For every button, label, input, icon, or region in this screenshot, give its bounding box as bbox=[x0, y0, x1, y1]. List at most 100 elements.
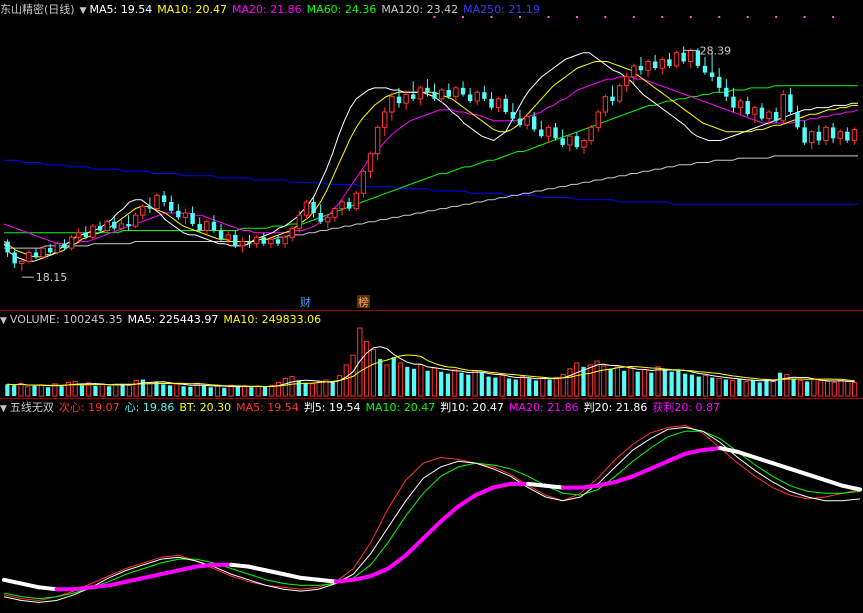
volume-bar-down bbox=[201, 385, 207, 396]
volume-bar-down bbox=[527, 378, 532, 396]
volume-bar-down bbox=[439, 371, 444, 396]
candle-body-up bbox=[673, 52, 680, 67]
indicator-line-pan20 bbox=[298, 575, 321, 582]
indicator-collapse-icon[interactable]: ▼ bbox=[0, 404, 7, 414]
candle-body-down bbox=[126, 223, 131, 227]
kline-terminal: 东山精密(日线) ▼ MA5: 19.54 MA10: 20.47 MA20: 21.8… bbox=[0, 0, 863, 613]
volume-bar-up bbox=[587, 364, 593, 397]
price-chart[interactable]: 28.39 18.15 财 榜 bbox=[0, 0, 863, 310]
candle-body-down bbox=[795, 112, 800, 128]
candle-body-up bbox=[118, 223, 125, 229]
volume-bar-up bbox=[743, 380, 749, 397]
candle-body-down bbox=[197, 223, 202, 231]
candle-body-up bbox=[239, 241, 246, 247]
volume-bar-down bbox=[750, 380, 756, 396]
volume-bar-down bbox=[5, 384, 10, 396]
candle-body-up bbox=[809, 131, 815, 144]
volume-bar-up bbox=[38, 384, 44, 397]
candle-body-up bbox=[645, 61, 651, 71]
candle-body-down bbox=[275, 239, 281, 244]
candle-body-up bbox=[823, 126, 829, 142]
panel-separator[interactable] bbox=[0, 398, 863, 399]
candle-body-up bbox=[389, 96, 395, 113]
volume-bar-up bbox=[641, 369, 648, 397]
indicator-title: 五线无双 bbox=[9, 401, 54, 414]
volume-bar-up bbox=[770, 380, 776, 397]
candle-body-down bbox=[702, 65, 708, 73]
volume-bar-down bbox=[669, 371, 674, 396]
indicator-line-pan20 bbox=[333, 577, 356, 584]
candle-body-up bbox=[524, 115, 530, 126]
low-price-label: 18.15 bbox=[36, 271, 68, 284]
candle-body-up bbox=[40, 247, 46, 258]
candle-body-up bbox=[581, 140, 587, 148]
legend-collapse-icon[interactable]: ▼ bbox=[80, 6, 87, 16]
candle-body-up bbox=[19, 260, 25, 264]
volume-bar-down bbox=[303, 383, 308, 396]
volume-bar-up bbox=[370, 348, 376, 397]
event-finance-marker: 财 bbox=[300, 295, 311, 309]
volume-bar-down bbox=[459, 372, 464, 396]
indicator-line-pan20 bbox=[543, 483, 566, 490]
candle-body-down bbox=[652, 61, 658, 69]
candle-body-up bbox=[567, 135, 573, 146]
volume-bar-down bbox=[249, 387, 254, 396]
indicator-cixin: 次心: 19.07 bbox=[58, 401, 120, 414]
indicator-line-pan20 bbox=[648, 459, 670, 471]
indicator-line-pan20 bbox=[735, 449, 758, 460]
candle-body-down bbox=[553, 127, 558, 139]
indicator-ma10: MA10: 20.47 bbox=[365, 401, 436, 414]
volume-bar-down bbox=[208, 387, 213, 396]
volume-bar-down bbox=[533, 380, 539, 396]
volume-panel-legend: ▼ VOLUME: 100245.35 MA5: 225443.97 MA10: 24… bbox=[0, 312, 863, 327]
candle-body-up bbox=[339, 201, 345, 210]
candle-body-down bbox=[517, 118, 523, 126]
volume-bar-up bbox=[418, 364, 424, 397]
volume-bar-up bbox=[316, 380, 322, 397]
candle-body-down bbox=[346, 202, 352, 209]
candle-body-up bbox=[26, 251, 32, 262]
indicator-line-pan20 bbox=[386, 553, 408, 571]
panel-separator[interactable] bbox=[0, 310, 863, 311]
volume-bar-down bbox=[296, 380, 301, 396]
volume-collapse-icon[interactable]: ▼ bbox=[0, 316, 7, 326]
indicator-chart[interactable] bbox=[0, 400, 863, 611]
legend-ma60: MA60: 24.36 bbox=[306, 3, 377, 16]
indicator-line-pan20 bbox=[19, 581, 41, 590]
volume-bar-down bbox=[45, 387, 51, 396]
indicator-panel-legend: ▼ 五线无双 次心: 19.07 心: 19.86 BT: 20.30 MA5: 19.5… bbox=[0, 400, 863, 415]
candle-body-down bbox=[638, 65, 644, 71]
candle-body-down bbox=[411, 94, 416, 99]
candle-body-up bbox=[332, 208, 338, 218]
candle-body-up bbox=[90, 225, 96, 238]
legend-ma250: MA250: 21.19 bbox=[463, 3, 540, 16]
candle-body-down bbox=[759, 107, 765, 119]
candle-body-up bbox=[374, 126, 381, 155]
indicator-pan5: 判5: 19.54 bbox=[303, 401, 361, 414]
volume-bar-down bbox=[167, 385, 173, 396]
candle-body-down bbox=[161, 195, 167, 202]
volume-bar-down bbox=[411, 368, 417, 396]
volume-bar-up bbox=[25, 386, 31, 397]
volume-bar-up bbox=[336, 375, 343, 397]
indicator-huoli20: 获利20: 0.87 bbox=[652, 401, 721, 414]
volume-bar-up bbox=[214, 385, 221, 397]
ma-line-ma120 bbox=[4, 155, 858, 249]
candle-body-down bbox=[510, 112, 516, 119]
candle-body-down bbox=[147, 206, 153, 209]
candle-body-down bbox=[33, 252, 39, 257]
indicator-line-pan20 bbox=[805, 472, 828, 483]
main-panel-title[interactable]: 东山精密(日线) bbox=[0, 3, 75, 16]
candle-body-up bbox=[602, 96, 609, 113]
candle-body-down bbox=[176, 210, 181, 218]
candle-body-down bbox=[261, 237, 266, 244]
volume-ma10: MA10: 249833.06 bbox=[223, 313, 322, 326]
candle-body-up bbox=[253, 236, 260, 245]
candle-body-up bbox=[631, 65, 637, 78]
candle-body-down bbox=[83, 232, 89, 238]
indicator-pan10: 判10: 20.47 bbox=[440, 401, 504, 414]
indicator-line-pan20 bbox=[753, 455, 775, 466]
volume-bar-up bbox=[431, 367, 437, 397]
volume-bar-down bbox=[506, 378, 512, 396]
volume-bar-up bbox=[730, 379, 736, 397]
